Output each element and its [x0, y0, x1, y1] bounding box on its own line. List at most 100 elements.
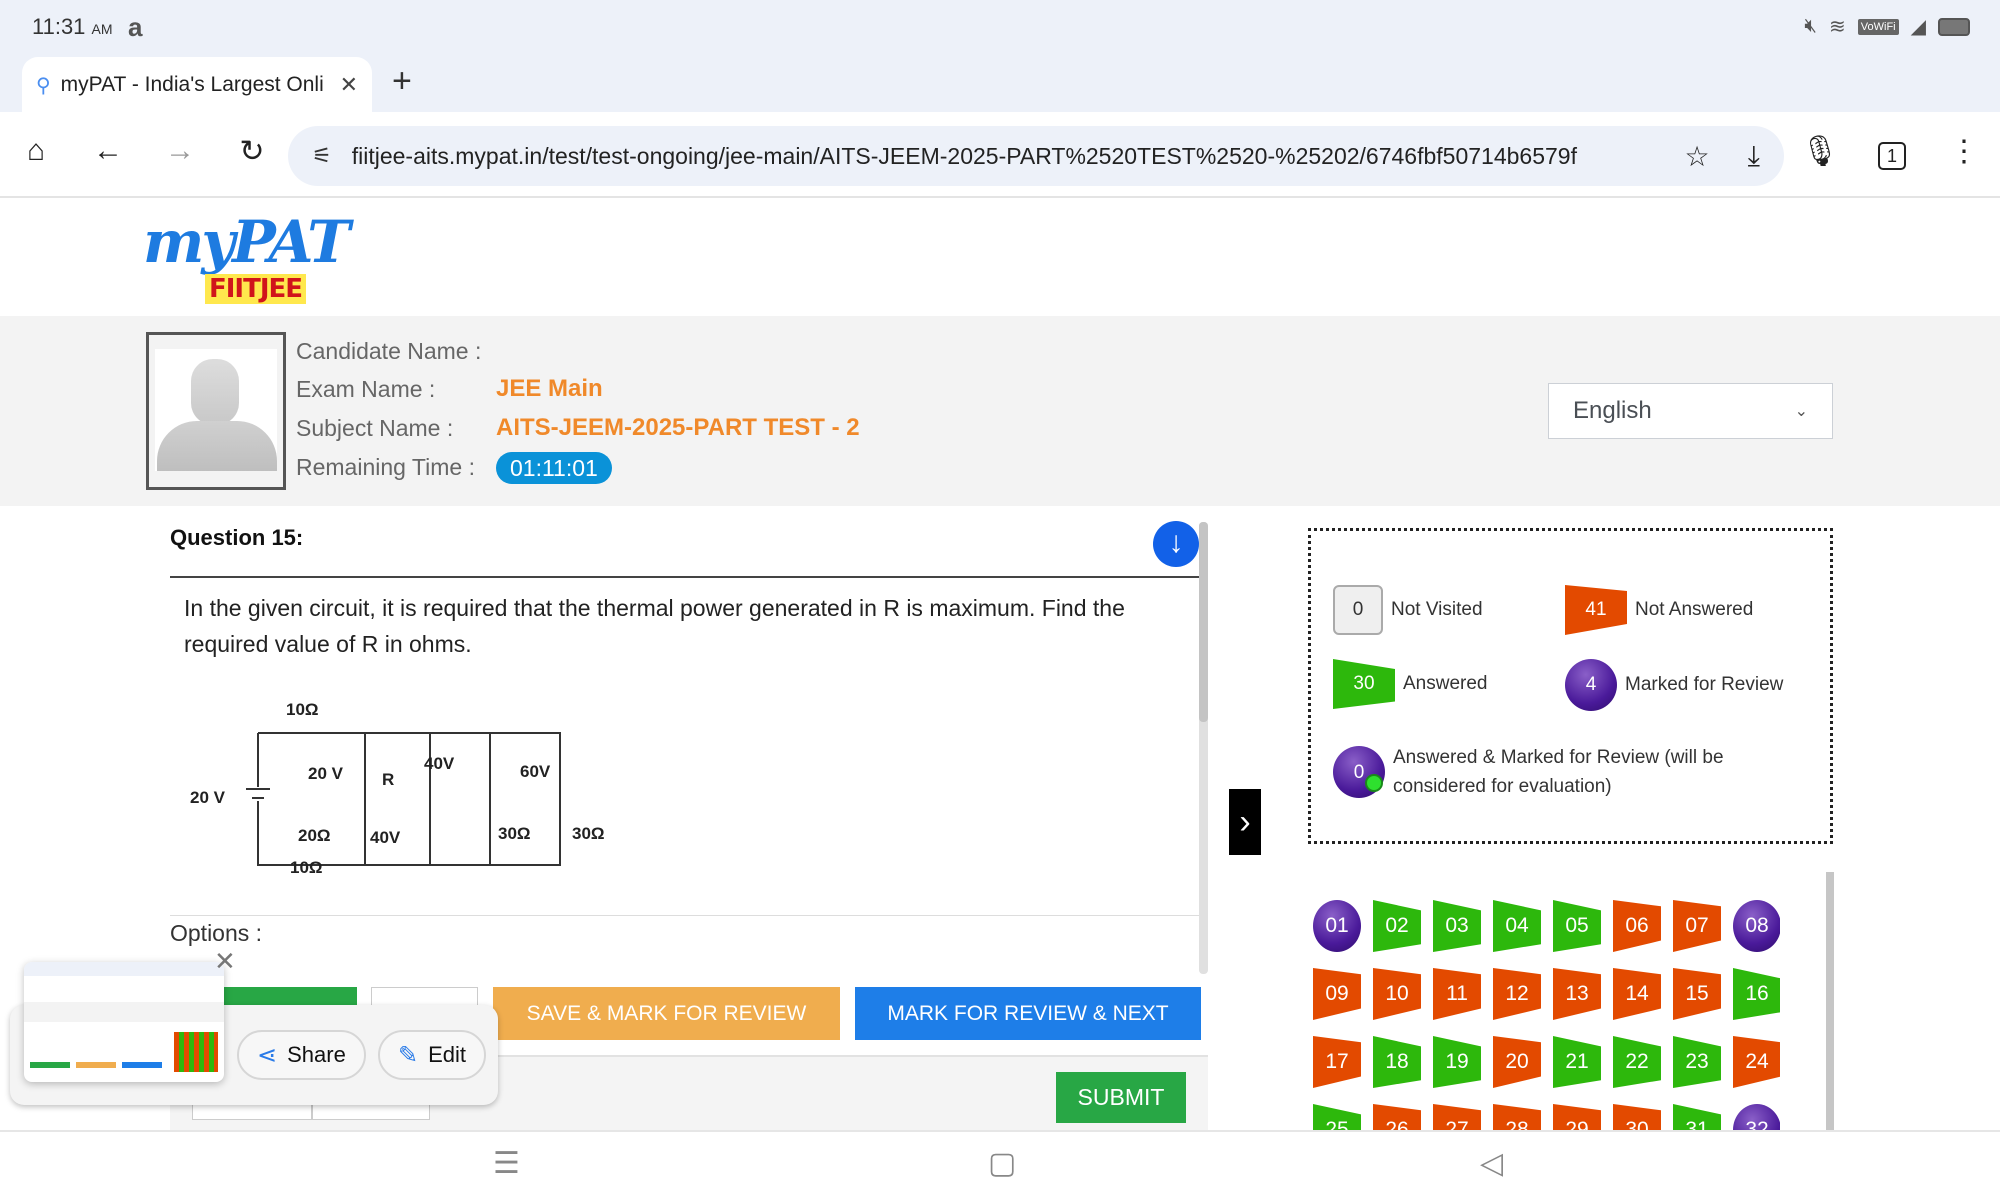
palette-question-32[interactable]: 32 [1733, 1104, 1780, 1130]
not-visited-count: 0 [1333, 585, 1383, 635]
home-nav-icon[interactable]: ▢ [988, 1146, 1016, 1181]
microphone-icon[interactable]: 🎙︎ [1800, 134, 1840, 169]
question-scrollbar[interactable] [1199, 522, 1208, 974]
circuit-label-bottom-res: 10Ω [290, 858, 323, 875]
answered-marked-icon: 0 [1333, 746, 1385, 798]
circuit-diagram: 20 V 10Ω 10Ω 20 V 20Ω R 40V 40V 60V 30Ω … [190, 700, 605, 875]
palette-question-27[interactable]: 27 [1433, 1104, 1481, 1130]
scroll-down-icon[interactable]: ↓ [1153, 521, 1199, 567]
question-title: Question 15: [170, 525, 304, 550]
language-selected: English [1573, 397, 1652, 424]
download-icon[interactable]: ⤓ [1748, 140, 1760, 173]
legend-not-visited: 0 Not Visited [1333, 585, 1483, 635]
palette-question-10[interactable]: 10 [1373, 968, 1421, 1020]
circuit-label-top-res: 10Ω [286, 700, 319, 719]
palette-question-03[interactable]: 03 [1433, 900, 1481, 952]
share-button[interactable]: ⋖ Share [237, 1030, 366, 1080]
palette-question-06[interactable]: 06 [1613, 900, 1661, 952]
palette-question-26[interactable]: 26 [1373, 1104, 1421, 1130]
share-label: Share [287, 1042, 346, 1067]
remaining-time-label: Remaining Time : [296, 454, 475, 480]
status-icons: 🔇︎ ≋ VoWiFi ◢ [1804, 14, 1970, 39]
exam-name-value: JEE Main [496, 375, 603, 402]
not-visited-label: Not Visited [1391, 599, 1483, 620]
toggle-panel-chevron-right-icon[interactable]: › [1229, 789, 1261, 855]
new-tab-button[interactable]: + [392, 62, 412, 101]
circuit-label-r: R [382, 770, 394, 789]
palette-question-05[interactable]: 05 [1553, 900, 1601, 952]
url-text[interactable]: fiitjee-aits.mypat.in/test/test-ongoing/… [352, 143, 1647, 170]
clock: 11:31 AM [32, 14, 113, 40]
system-nav-bar: ☰ ▢ ◁ [0, 1130, 2000, 1200]
back-icon[interactable]: ← [88, 134, 128, 168]
subject-name-value: AITS-JEEM-2025-PART TEST - 2 [496, 414, 860, 441]
save-and-mark-for-review-button[interactable]: SAVE & MARK FOR REVIEW [493, 987, 840, 1040]
palette-question-30[interactable]: 30 [1613, 1104, 1661, 1130]
close-tab-icon[interactable]: ✕ [340, 72, 358, 98]
palette-question-28[interactable]: 28 [1493, 1104, 1541, 1130]
palette-question-24[interactable]: 24 [1733, 1036, 1780, 1088]
reload-icon[interactable]: ↻ [232, 134, 272, 169]
palette-question-22[interactable]: 22 [1613, 1036, 1661, 1088]
battery-charging-icon [1938, 17, 1970, 36]
palette-question-18[interactable]: 18 [1373, 1036, 1421, 1088]
circuit-label-b2-top: 40V [424, 754, 455, 773]
answered-label: Answered [1403, 673, 1488, 694]
marked-label: Marked for Review [1625, 674, 1784, 695]
recents-icon[interactable]: ☰ [493, 1146, 520, 1181]
pencil-icon: ✎ [398, 1041, 419, 1069]
close-icon[interactable]: ✕ [214, 946, 236, 977]
palette-question-15[interactable]: 15 [1673, 968, 1721, 1020]
mark-for-review-and-next-button[interactable]: MARK FOR REVIEW & NEXT [855, 987, 1201, 1040]
mypat-logo[interactable]: myPAT FIITJEE [143, 208, 350, 308]
palette-question-19[interactable]: 19 [1433, 1036, 1481, 1088]
palette-question-12[interactable]: 12 [1493, 968, 1541, 1020]
screenshot-thumbnail[interactable] [24, 962, 224, 1082]
edit-button[interactable]: ✎ Edit [378, 1030, 487, 1080]
subject-name-label: Subject Name : [296, 415, 454, 441]
home-icon[interactable]: ⌂ [16, 134, 56, 168]
palette-question-17[interactable]: 17 [1313, 1036, 1361, 1088]
palette-question-14[interactable]: 14 [1613, 968, 1661, 1020]
palette-question-31[interactable]: 31 [1673, 1104, 1721, 1130]
palette-scrollbar[interactable] [1826, 872, 1834, 1132]
site-settings-icon[interactable]: ⚟ [312, 143, 332, 169]
browser-tab[interactable]: ⚲ myPAT - India's Largest Onli ✕ [22, 57, 372, 113]
logo-fiitjee: FIITJEE [205, 274, 307, 304]
palette-question-02[interactable]: 02 [1373, 900, 1421, 952]
remaining-time-badge: 01:11:01 [496, 452, 612, 484]
question-text: In the given circuit, it is required tha… [184, 595, 1125, 657]
palette-question-07[interactable]: 07 [1673, 900, 1721, 952]
palette-question-08[interactable]: 08 [1733, 900, 1780, 952]
mute-icon: 🔇︎ [1804, 15, 1817, 37]
palette-question-13[interactable]: 13 [1553, 968, 1601, 1020]
options-divider [170, 915, 1200, 916]
palette-question-29[interactable]: 29 [1553, 1104, 1601, 1130]
address-bar[interactable]: ⚟ fiitjee-aits.mypat.in/test/test-ongoin… [288, 126, 1784, 186]
back-nav-icon[interactable]: ◁ [1480, 1146, 1503, 1181]
exam-name-label: Exam Name : [296, 376, 436, 402]
palette-question-21[interactable]: 21 [1553, 1036, 1601, 1088]
question-palette: 01 02 03 04 05 06 07 08 09 10 11 12 13 14 15 16 17 18 19 20… [1310, 895, 1780, 1130]
palette-question-04[interactable]: 04 [1493, 900, 1541, 952]
palette-question-01[interactable]: 01 [1313, 900, 1361, 952]
menu-kebab-icon[interactable]: ⋮ [1944, 134, 1984, 169]
logo-brand: myPAT [143, 208, 350, 276]
status-legend: 0 Not Visited 41 Not Answered 30 Answere… [1308, 528, 1833, 844]
tab-switcher-button[interactable]: 1 [1878, 142, 1906, 170]
palette-question-11[interactable]: 11 [1433, 968, 1481, 1020]
palette-question-16[interactable]: 16 [1733, 968, 1780, 1020]
bookmark-star-icon[interactable]: ☆ [1685, 140, 1710, 173]
circuit-label-r4: 30Ω [572, 824, 605, 843]
options-label: Options : [170, 920, 263, 946]
forward-icon[interactable]: → [160, 134, 200, 168]
palette-question-23[interactable]: 23 [1673, 1036, 1721, 1088]
circuit-label-r3: 30Ω [498, 824, 531, 843]
circuit-label-b3: 60V [520, 762, 551, 781]
legend-answered-marked: 0 Answered & Marked for Review (will be … [1333, 743, 1773, 801]
palette-question-20[interactable]: 20 [1493, 1036, 1541, 1088]
language-select[interactable]: English ⌄ [1548, 383, 1833, 439]
palette-question-25[interactable]: 25 [1313, 1104, 1361, 1130]
submit-button[interactable]: SUBMIT [1056, 1072, 1186, 1123]
palette-question-09[interactable]: 09 [1313, 968, 1361, 1020]
